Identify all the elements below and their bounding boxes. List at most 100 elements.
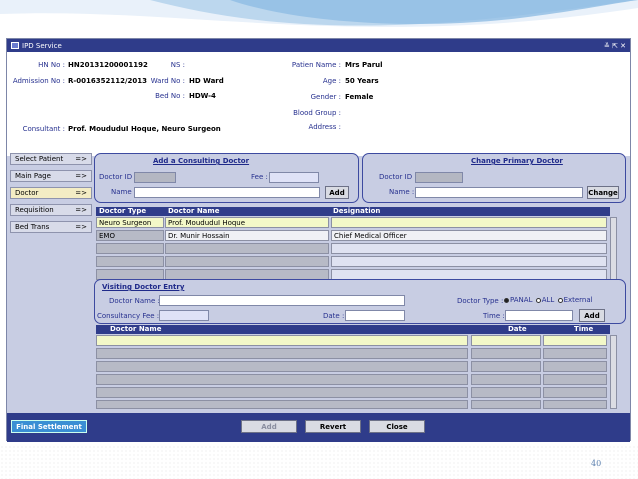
table-row[interactable] xyxy=(96,348,468,359)
gender-value: Female xyxy=(345,93,374,101)
col-designation: Designation xyxy=(333,207,381,215)
table-row[interactable] xyxy=(543,374,607,385)
table-row[interactable] xyxy=(96,256,164,267)
table-row[interactable] xyxy=(471,361,541,372)
add-consulting-doctor-panel: Add a Consulting Doctor Doctor ID : Fee … xyxy=(94,153,359,203)
visiting-name-label: Doctor Name : xyxy=(109,297,160,305)
close-button[interactable]: Close xyxy=(369,420,425,433)
primary-name-input[interactable] xyxy=(415,187,583,198)
visiting-name-input[interactable] xyxy=(159,295,405,306)
table-row[interactable] xyxy=(471,335,541,346)
consultant-value: Prof. MoududuI Hoque, Neuro Surgeon xyxy=(68,125,221,133)
table-row[interactable] xyxy=(543,387,607,398)
table-row[interactable] xyxy=(96,243,164,254)
table-row[interactable] xyxy=(543,335,607,346)
table-row[interactable] xyxy=(96,335,468,346)
sidebar-item-doctor[interactable]: Doctor => xyxy=(10,187,92,199)
patient-name-value: Mrs Parul xyxy=(345,61,383,69)
table-row[interactable] xyxy=(471,387,541,398)
table-row[interactable] xyxy=(471,348,541,359)
footer-bar: Final Settlement Add Revert Close xyxy=(7,413,630,442)
visiting-doctor-entry-panel: Visiting Doctor Entry Doctor Name : Doct… xyxy=(94,279,626,324)
window-controls-icon[interactable]: ≚ ⇱ ✕ xyxy=(604,42,626,50)
ward-label: Ward No : xyxy=(150,77,185,85)
ipd-service-window: IPD Service ≚ ⇱ ✕ HN No : HN201312000011… xyxy=(6,38,631,442)
col-visit-doctor-name: Doctor Name xyxy=(110,325,162,333)
patient-info-panel: HN No : HN20131200001192 NS : Admission … xyxy=(7,52,630,156)
visiting-time-input[interactable] xyxy=(505,310,573,321)
table-row[interactable]: Dr. Munir Hossain xyxy=(165,230,329,241)
table-row[interactable] xyxy=(471,400,541,409)
table-row[interactable] xyxy=(165,243,329,254)
doctor-table-scrollbar[interactable] xyxy=(610,217,617,280)
age-value: 50 Years xyxy=(345,77,379,85)
admission-label: Admission No : xyxy=(12,77,65,85)
consult-fee-input[interactable] xyxy=(269,172,319,183)
hn-label: HN No : xyxy=(38,61,65,69)
radio-all-icon[interactable] xyxy=(535,297,541,303)
hn-value: HN20131200001192 xyxy=(68,61,148,69)
gender-label: Gender : xyxy=(310,93,341,101)
table-row[interactable] xyxy=(96,361,468,372)
age-label: Age : xyxy=(322,77,341,85)
primary-doctor-id-input[interactable] xyxy=(415,172,463,183)
ward-value: HD Ward xyxy=(189,77,224,85)
sidebar-item-select-patient[interactable]: Select Patient => xyxy=(10,153,92,165)
consult-name-input[interactable] xyxy=(134,187,320,198)
consulting-panel-title: Add a Consulting Doctor xyxy=(153,157,250,165)
consultant-label: Consultant : xyxy=(22,125,65,133)
doctor-type-options[interactable]: PANAL ALL External xyxy=(503,296,593,304)
change-primary-button[interactable]: Change xyxy=(587,186,619,199)
slide-number: 40 xyxy=(591,459,602,468)
visiting-panel-title: Visiting Doctor Entry xyxy=(102,283,185,291)
primary-panel-title: Change Primary Doctor xyxy=(471,157,563,165)
change-primary-doctor-panel: Change Primary Doctor Doctor ID : Name :… xyxy=(362,153,626,203)
table-row[interactable] xyxy=(543,400,607,409)
sidebar-item-bed-trans[interactable]: Bed Trans => xyxy=(10,221,92,233)
visit-table-scrollbar[interactable] xyxy=(610,335,617,409)
consult-add-button[interactable]: Add xyxy=(325,186,349,199)
visit-table-header: Doctor Name Date Time xyxy=(96,325,610,334)
radio-panal-icon[interactable] xyxy=(504,297,509,303)
table-row[interactable]: Neuro Surgeon xyxy=(96,217,164,228)
sidebar-item-main-page[interactable]: Main Page => xyxy=(10,170,92,182)
consult-fee-label: Fee : xyxy=(251,173,268,181)
table-row[interactable] xyxy=(96,400,468,409)
table-row[interactable]: Chief Medical Officer xyxy=(331,230,607,241)
table-row[interactable] xyxy=(471,374,541,385)
consult-doctor-id-input[interactable] xyxy=(134,172,176,183)
table-row[interactable] xyxy=(96,374,468,385)
table-row[interactable] xyxy=(331,243,607,254)
table-row[interactable] xyxy=(331,256,607,267)
sidebar-item-requisition[interactable]: Requisition => xyxy=(10,204,92,216)
admission-value: R-0016352112/2013 xyxy=(68,77,148,85)
radio-external-icon[interactable] xyxy=(557,297,563,303)
visiting-time-label: Time : xyxy=(483,312,505,320)
window-titlebar: IPD Service ≚ ⇱ ✕ xyxy=(7,39,630,52)
table-row[interactable] xyxy=(543,348,607,359)
table-row[interactable] xyxy=(543,361,607,372)
primary-name-label: Name : xyxy=(389,188,415,196)
bed-label: Bed No : xyxy=(155,92,185,100)
col-visit-date: Date xyxy=(508,325,527,333)
visiting-add-button[interactable]: Add xyxy=(579,309,605,322)
table-row[interactable] xyxy=(331,217,607,228)
visiting-date-input[interactable] xyxy=(345,310,405,321)
visiting-fee-input[interactable] xyxy=(159,310,209,321)
table-row[interactable] xyxy=(165,256,329,267)
primary-doctor-id-label: Doctor ID : xyxy=(379,173,417,181)
col-doctor-type: Doctor Type xyxy=(99,207,147,215)
visiting-type-label: Doctor Type : xyxy=(457,297,504,305)
footer-add-button[interactable]: Add xyxy=(241,420,297,433)
col-visit-time: Time xyxy=(574,325,594,333)
window-title: IPD Service xyxy=(22,41,62,50)
revert-button[interactable]: Revert xyxy=(305,420,361,433)
address-label: Address : xyxy=(308,123,341,131)
consult-name-label: Name : xyxy=(111,188,137,196)
table-row[interactable]: EMO xyxy=(96,230,164,241)
table-row[interactable] xyxy=(96,387,468,398)
final-settlement-button[interactable]: Final Settlement xyxy=(11,420,87,433)
ns-label: NS : xyxy=(170,61,185,69)
visiting-date-label: Date : xyxy=(323,312,345,320)
table-row[interactable]: Prof. MoududuI Hoque xyxy=(165,217,329,228)
